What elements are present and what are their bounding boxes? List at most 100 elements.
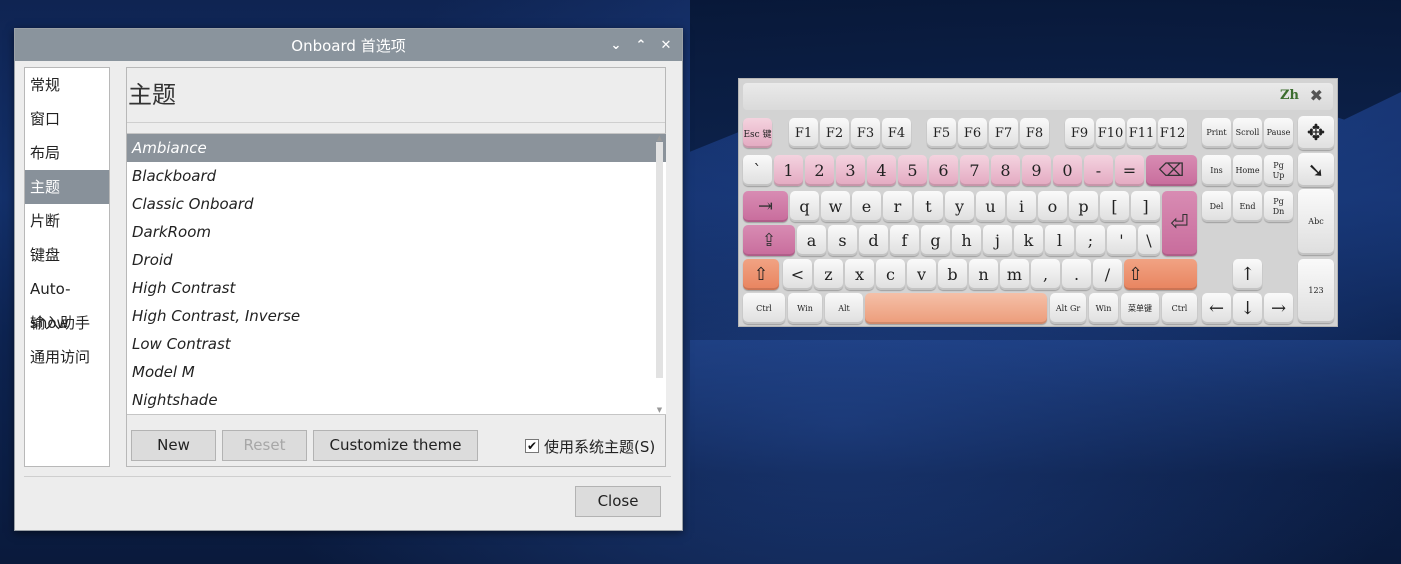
key-backspace[interactable]: ⌫ bbox=[1146, 155, 1197, 186]
language-switch[interactable]: Zh bbox=[1280, 88, 1299, 103]
key-e[interactable]: e bbox=[852, 191, 881, 222]
key-arrow-left[interactable]: ← bbox=[1202, 293, 1231, 324]
key-l[interactable]: l bbox=[1045, 225, 1074, 256]
key-p[interactable]: p bbox=[1069, 191, 1098, 222]
key-menu[interactable]: 菜单键 bbox=[1121, 293, 1159, 324]
customize-theme-button[interactable]: Customize theme bbox=[313, 430, 478, 461]
key-f5[interactable]: F5 bbox=[927, 118, 956, 148]
key-f12[interactable]: F12 bbox=[1158, 118, 1187, 148]
key-y[interactable]: y bbox=[945, 191, 974, 222]
key-slash[interactable]: / bbox=[1093, 259, 1122, 290]
maximize-icon[interactable]: ⌃ bbox=[635, 38, 647, 53]
key-scroll[interactable]: Scroll bbox=[1233, 118, 1262, 148]
key-f6[interactable]: F6 bbox=[958, 118, 987, 148]
key-3[interactable]: 3 bbox=[836, 155, 865, 186]
key-2[interactable]: 2 bbox=[805, 155, 834, 186]
key-f2[interactable]: F2 bbox=[820, 118, 849, 148]
close-button[interactable]: Close bbox=[575, 486, 661, 517]
key-f7[interactable]: F7 bbox=[989, 118, 1018, 148]
keyboard-close-icon[interactable]: ✖ bbox=[1310, 86, 1323, 105]
theme-item[interactable]: Droid bbox=[127, 246, 666, 274]
key-d[interactable]: d bbox=[859, 225, 888, 256]
key-w[interactable]: w bbox=[821, 191, 850, 222]
key-esc[interactable]: Esc 键 bbox=[743, 118, 772, 148]
key-h[interactable]: h bbox=[952, 225, 981, 256]
key-i[interactable]: i bbox=[1007, 191, 1036, 222]
reset-theme-button[interactable]: Reset bbox=[222, 430, 307, 461]
key-print[interactable]: Print bbox=[1202, 118, 1231, 148]
scroll-up-arrow-icon[interactable]: ▲ bbox=[655, 134, 664, 142]
dialog-titlebar[interactable]: Onboard 首选项 ⌄ ⌃ ✕ bbox=[15, 29, 682, 61]
sidebar-item-theme[interactable]: 主题 bbox=[25, 170, 109, 204]
key-6[interactable]: 6 bbox=[929, 155, 958, 186]
minimize-icon[interactable]: ⌄ bbox=[610, 38, 622, 53]
key-x[interactable]: x bbox=[845, 259, 874, 290]
key-j[interactable]: j bbox=[983, 225, 1012, 256]
key-semicolon[interactable]: ; bbox=[1076, 225, 1105, 256]
theme-item[interactable]: Classic Onboard bbox=[127, 190, 666, 218]
key-alt-left[interactable]: Alt bbox=[825, 293, 863, 324]
key-f10[interactable]: F10 bbox=[1096, 118, 1125, 148]
sidebar-item-snippets[interactable]: 片断 bbox=[25, 204, 109, 238]
key-abc[interactable]: Abc bbox=[1298, 189, 1334, 255]
key-shift-left[interactable]: ⇧ bbox=[743, 259, 779, 290]
key-f11[interactable]: F11 bbox=[1127, 118, 1156, 148]
theme-item[interactable]: Low Contrast bbox=[127, 330, 666, 358]
key-less-than[interactable]: < bbox=[783, 259, 812, 290]
key-shift-right[interactable]: ⇧ bbox=[1124, 259, 1197, 290]
key-r[interactable]: r bbox=[883, 191, 912, 222]
key-arrow-up[interactable]: ↑ bbox=[1233, 259, 1262, 290]
sidebar-item-general[interactable]: 常规 bbox=[25, 68, 109, 102]
key-win-right[interactable]: Win bbox=[1089, 293, 1118, 324]
key-ins[interactable]: Ins bbox=[1202, 155, 1231, 186]
key-a[interactable]: a bbox=[797, 225, 826, 256]
key-backslash[interactable]: \ bbox=[1138, 225, 1160, 256]
key-backtick[interactable]: ` bbox=[743, 155, 772, 186]
theme-item[interactable]: Ambiance bbox=[127, 134, 666, 162]
key-8[interactable]: 8 bbox=[991, 155, 1020, 186]
key-9[interactable]: 9 bbox=[1022, 155, 1051, 186]
key-v[interactable]: v bbox=[907, 259, 936, 290]
key-quote[interactable]: ' bbox=[1107, 225, 1136, 256]
theme-item[interactable]: DarkRoom bbox=[127, 218, 666, 246]
theme-item[interactable]: High Contrast bbox=[127, 274, 666, 302]
sidebar-item-keyboard[interactable]: 键盘 bbox=[25, 238, 109, 272]
key-c[interactable]: c bbox=[876, 259, 905, 290]
key-equals[interactable]: = bbox=[1115, 155, 1144, 186]
key-m[interactable]: m bbox=[1000, 259, 1029, 290]
key-period[interactable]: . bbox=[1062, 259, 1091, 290]
key-space[interactable] bbox=[865, 293, 1047, 324]
key-ctrl-right[interactable]: Ctrl bbox=[1162, 293, 1197, 324]
theme-item[interactable]: Model M bbox=[127, 358, 666, 386]
key-enter[interactable]: ⏎ bbox=[1162, 191, 1197, 256]
key-tab[interactable]: ⇥ bbox=[743, 191, 788, 222]
close-icon[interactable]: ✕ bbox=[660, 38, 672, 53]
key-s[interactable]: s bbox=[828, 225, 857, 256]
scroll-down-arrow-icon[interactable]: ▼ bbox=[655, 406, 664, 414]
key-o[interactable]: o bbox=[1038, 191, 1067, 222]
key-end[interactable]: End bbox=[1233, 191, 1262, 222]
key-win-left[interactable]: Win bbox=[788, 293, 822, 324]
key-arrow-down[interactable]: ↓ bbox=[1233, 293, 1262, 324]
key-b[interactable]: b bbox=[938, 259, 967, 290]
key-comma[interactable]: , bbox=[1031, 259, 1060, 290]
sidebar-item-typing-assistance[interactable]: 输入助手 bbox=[25, 306, 109, 340]
key-caps-lock[interactable]: ⇪ bbox=[743, 225, 795, 256]
theme-item[interactable]: Blackboard bbox=[127, 162, 666, 190]
use-system-theme-option[interactable]: ✔ 使用系统主题(S) bbox=[525, 435, 655, 457]
move-keyboard-icon[interactable]: ✥ bbox=[1298, 116, 1334, 150]
theme-item[interactable]: High Contrast, Inverse bbox=[127, 302, 666, 330]
sidebar-item-layout[interactable]: 布局 bbox=[25, 136, 109, 170]
key-arrow-right[interactable]: → bbox=[1264, 293, 1293, 324]
key-minus[interactable]: - bbox=[1084, 155, 1113, 186]
key-f8[interactable]: F8 bbox=[1020, 118, 1049, 148]
key-f9[interactable]: F9 bbox=[1065, 118, 1094, 148]
key-7[interactable]: 7 bbox=[960, 155, 989, 186]
key-g[interactable]: g bbox=[921, 225, 950, 256]
use-system-theme-checkbox[interactable]: ✔ bbox=[525, 439, 539, 453]
key-0[interactable]: 0 bbox=[1053, 155, 1082, 186]
new-theme-button[interactable]: New bbox=[131, 430, 216, 461]
key-n[interactable]: n bbox=[969, 259, 998, 290]
pointer-icon[interactable]: ➘ bbox=[1298, 153, 1334, 187]
key-pause[interactable]: Pause bbox=[1264, 118, 1293, 148]
